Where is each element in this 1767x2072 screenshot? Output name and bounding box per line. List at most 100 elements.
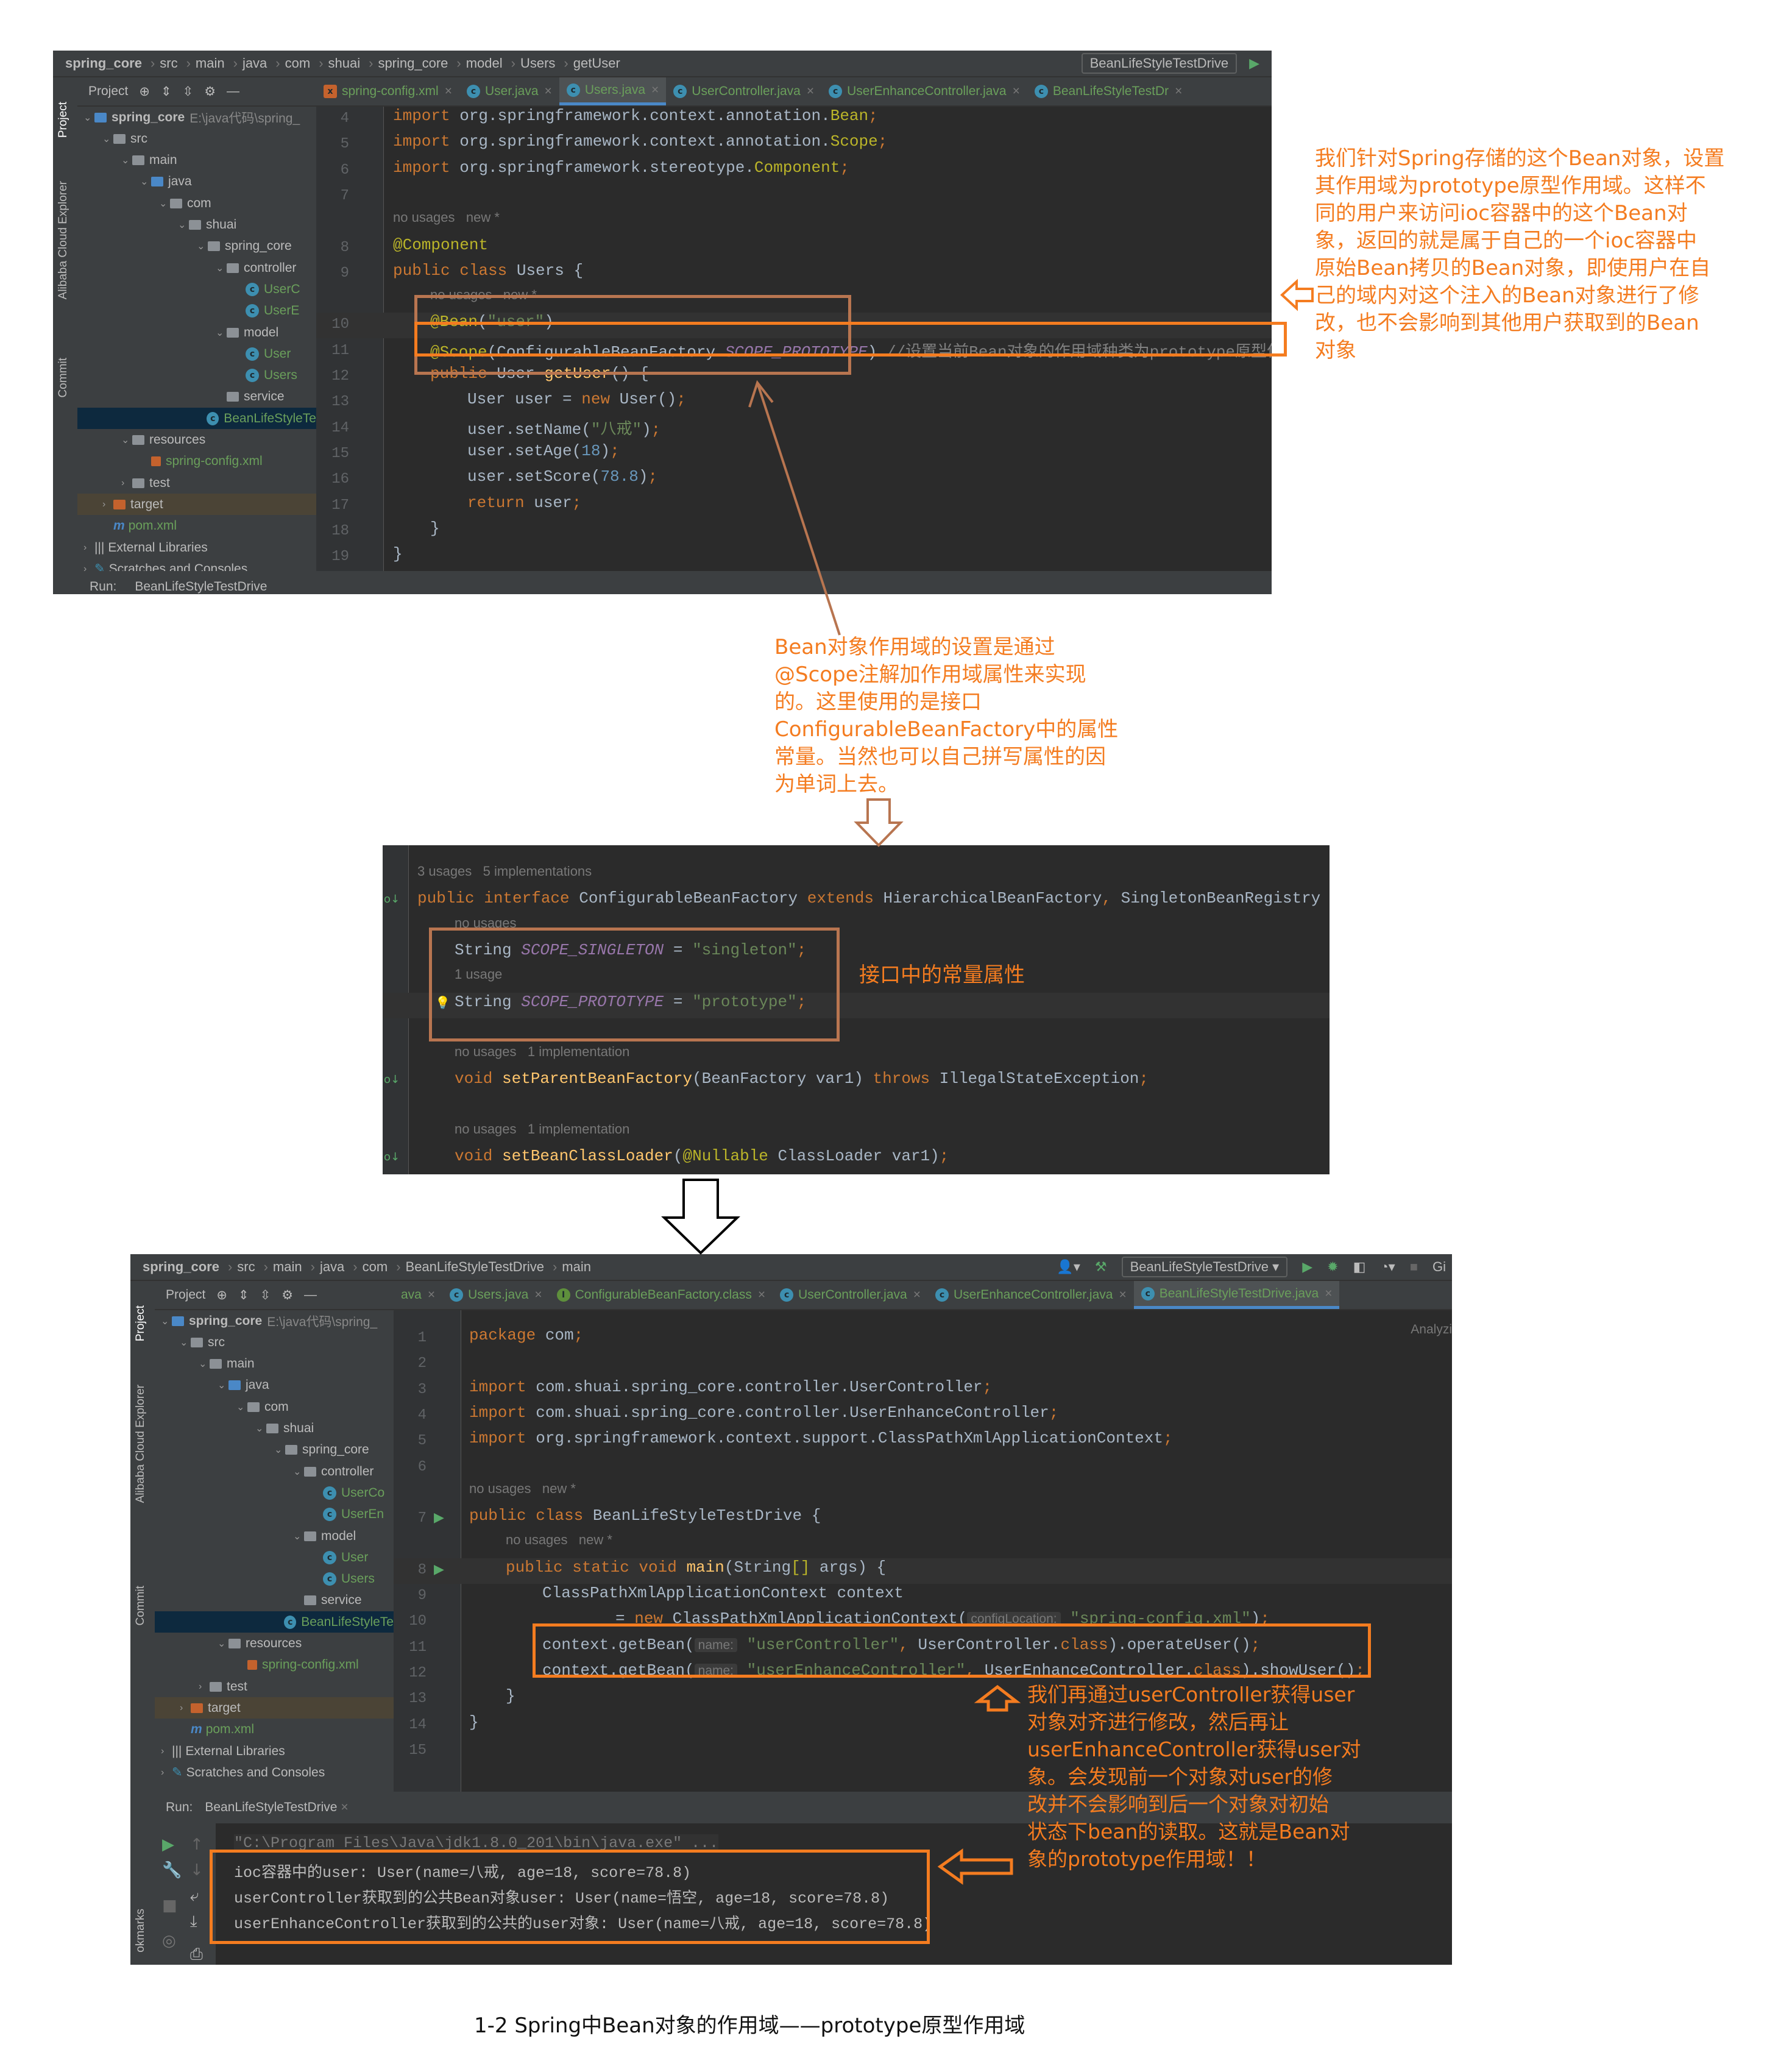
run-tab[interactable]: BeanLifeStyleTestDrive <box>135 580 267 594</box>
chevron-down-icon[interactable]: ⌄ <box>102 133 113 145</box>
tree-item-xml[interactable]: spring-config.xml <box>155 1655 394 1676</box>
chevron-down-icon[interactable]: ⌄ <box>216 262 227 274</box>
editor-tab[interactable]: x spring-config.xml × <box>316 77 459 105</box>
tree-item-folder[interactable]: › test <box>77 472 316 494</box>
tree-item-folder[interactable]: ⌄ src <box>77 128 316 149</box>
tree-item-pkg[interactable]: service <box>155 1590 394 1611</box>
tree-item-class[interactable]: c UserEn <box>155 1504 394 1525</box>
chevron-down-icon[interactable]: ⌄ <box>161 1315 172 1327</box>
tree-item-lib[interactable]: › ||| External Libraries <box>77 537 316 558</box>
chevron-down-icon[interactable]: ⌄ <box>178 219 189 231</box>
locate-icon[interactable]: ⊕ <box>216 1288 227 1303</box>
breadcrumb-item[interactable]: getUser <box>573 55 620 71</box>
rerun-icon[interactable]: ▶ <box>162 1836 174 1854</box>
chevron-down-icon[interactable]: ⌄ <box>293 1466 304 1478</box>
run-icon[interactable]: ▶ <box>1302 1259 1312 1275</box>
close-tab-icon[interactable]: × <box>913 1288 921 1302</box>
tree-item-pkg[interactable]: ⌄ shuai <box>155 1418 394 1439</box>
chevron-down-icon[interactable]: ⌄ <box>293 1530 304 1542</box>
chevron-down-icon[interactable]: ⌄ <box>180 1336 191 1349</box>
tree-item-pkg[interactable]: ⌄ controller <box>155 1461 394 1482</box>
expand-all-icon[interactable]: ⇕ <box>161 84 172 99</box>
chevron-right-icon[interactable]: › <box>161 1746 172 1757</box>
tree-item-class[interactable]: c User <box>77 343 316 364</box>
tree-item-class[interactable]: c User <box>155 1547 394 1568</box>
tree-item-folder[interactable]: ⌄ resources <box>155 1633 394 1655</box>
chevron-right-icon[interactable]: › <box>83 542 94 553</box>
build-hammer-icon[interactable]: ⚒ <box>1095 1259 1107 1275</box>
editor-tab[interactable]: c UserController.java × <box>773 1281 928 1309</box>
tree-item-folder[interactable]: ⌄ resources <box>77 430 316 451</box>
tree-item-class[interactable]: c Users <box>155 1569 394 1590</box>
tree-item-lib[interactable]: › ||| External Libraries <box>155 1740 394 1762</box>
breadcrumb-item[interactable]: spring_core <box>65 55 142 71</box>
tree-item-pom[interactable]: m pom.xml <box>77 516 316 537</box>
debug-icon[interactable]: ✹ <box>1327 1259 1338 1275</box>
chevron-down-icon[interactable]: ⌄ <box>140 176 151 188</box>
editor-tab[interactable]: c UserController.java × <box>666 77 821 105</box>
tree-item-scratch[interactable]: › ✎ Scratches and Consoles <box>155 1762 394 1783</box>
breadcrumb-item[interactable]: src <box>237 1259 255 1274</box>
tree-item-module[interactable]: ⌄ spring_core E:\java代码\spring_ <box>77 107 316 128</box>
profiler-icon[interactable]: ◔▾ <box>1380 1259 1395 1275</box>
close-tab-icon[interactable]: × <box>545 84 552 99</box>
breadcrumb-item[interactable]: shuai <box>328 55 361 71</box>
tree-item-xml[interactable]: spring-config.xml <box>77 451 316 472</box>
project-view-dropdown[interactable]: Project <box>88 84 128 99</box>
gear-icon[interactable]: ⚙ <box>204 84 216 99</box>
chevron-down-icon[interactable]: ⌄ <box>218 1637 228 1650</box>
tree-item-class[interactable]: c Users <box>77 365 316 386</box>
tree-item-class[interactable]: c UserC <box>77 279 316 300</box>
close-tab-icon[interactable]: × <box>807 84 814 99</box>
close-tab-icon[interactable]: × <box>651 83 659 98</box>
tree-item-pkg[interactable]: ⌄ spring_core <box>77 236 316 257</box>
tree-item-folder[interactable]: › test <box>155 1676 394 1697</box>
up-arrow-icon[interactable]: ↑ <box>190 1836 204 1854</box>
commit-tool-button[interactable]: Commit <box>134 1586 147 1625</box>
stop-icon[interactable]: ■ <box>1410 1259 1418 1275</box>
camera-icon[interactable]: ◎ <box>162 1932 176 1950</box>
project-view-dropdown[interactable]: Project <box>166 1288 205 1302</box>
run-icon[interactable]: ▶ <box>1249 55 1259 71</box>
stop-icon[interactable]: ■ <box>162 1896 177 1915</box>
run-gutter-icon[interactable]: ▶ <box>434 1562 444 1577</box>
run-config-dropdown[interactable]: BeanLifeStyleTestDrive <box>1081 53 1238 74</box>
wrench-icon[interactable]: 🔧 <box>162 1861 182 1879</box>
tree-item-module[interactable]: ⌄ spring_core E:\java代码\spring_ <box>155 1310 394 1332</box>
tree-item-pkg[interactable]: ⌄ model <box>77 322 316 343</box>
tree-item-pkg[interactable]: ⌄ spring_core <box>155 1439 394 1461</box>
editor-tab[interactable]: c Users.java × <box>559 77 667 105</box>
tree-item-src[interactable]: ⌄ java <box>77 171 316 193</box>
down-arrow-icon[interactable]: ↓ <box>190 1861 204 1879</box>
chevron-down-icon[interactable]: ⌄ <box>121 154 132 166</box>
tree-item-runclass[interactable]: c BeanLifeStyleTe <box>155 1611 394 1633</box>
alibaba-cloud-explorer-tool-button[interactable]: Alibaba Cloud Explorer <box>57 181 70 299</box>
chevron-down-icon[interactable]: ⌄ <box>236 1401 247 1413</box>
tree-item-src[interactable]: ⌄ java <box>155 1375 394 1396</box>
chevron-right-icon[interactable]: › <box>121 478 132 489</box>
locate-icon[interactable]: ⊕ <box>139 84 150 99</box>
breadcrumb-item[interactable]: spring_core <box>378 55 448 71</box>
bookmarks-tool-button[interactable]: okmarks <box>134 1909 147 1953</box>
tree-item-scratch[interactable]: › ✎ Scratches and Consoles <box>77 558 316 571</box>
chevron-down-icon[interactable]: ⌄ <box>216 327 227 339</box>
chevron-right-icon[interactable]: › <box>180 1703 191 1714</box>
implementation-gutter-icon[interactable]: o↓ <box>384 893 400 906</box>
chevron-down-icon[interactable]: ⌄ <box>199 1358 210 1370</box>
editor-tab[interactable]: c BeanLifeStyleTestDr × <box>1027 77 1190 105</box>
chevron-right-icon[interactable]: › <box>102 499 113 510</box>
chevron-down-icon[interactable]: ⌄ <box>121 434 132 446</box>
close-tab-icon[interactable]: × <box>534 1288 542 1302</box>
project-tool-button[interactable]: Project <box>134 1305 147 1341</box>
editor-tab[interactable]: c UserEnhanceController.java × <box>928 1281 1134 1309</box>
chevron-right-icon[interactable]: › <box>199 1681 210 1692</box>
breadcrumb-item[interactable]: model <box>466 55 503 71</box>
breadcrumb-item[interactable]: com <box>363 1259 388 1274</box>
implementation-gutter-icon[interactable]: o↓ <box>384 1073 400 1086</box>
coverage-icon[interactable]: ◧ <box>1353 1259 1366 1275</box>
hide-icon[interactable]: — <box>227 84 239 99</box>
breadcrumb-item[interactable]: main <box>273 1259 302 1274</box>
chevron-right-icon[interactable]: › <box>83 564 94 571</box>
breadcrumb-item[interactable]: Users <box>520 55 555 71</box>
close-tab-icon[interactable]: × <box>428 1288 435 1302</box>
